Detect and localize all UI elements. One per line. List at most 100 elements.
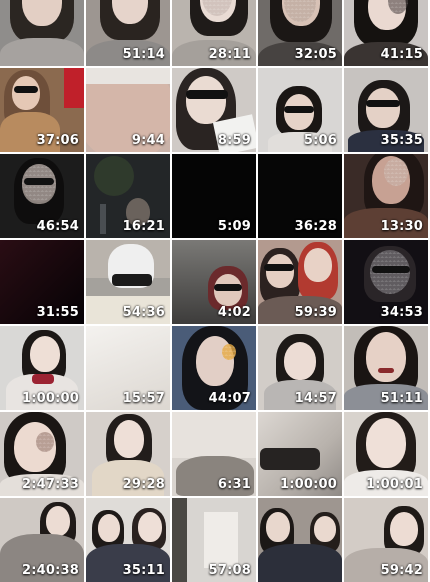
- face-blur-mosaic: [36, 432, 54, 452]
- video-duration: 4:02: [217, 305, 251, 320]
- video-thumbnail[interactable]: 29:28: [86, 412, 170, 496]
- video-thumbnail[interactable]: 2:47:33: [0, 412, 84, 496]
- video-thumbnail[interactable]: 15:57: [86, 326, 170, 410]
- video-duration: 57:08: [208, 563, 251, 578]
- thumbnail-subject: [260, 448, 320, 470]
- video-thumbnail[interactable]: 16:21: [86, 154, 170, 238]
- video-duration: 51:14: [122, 47, 165, 62]
- face-blur-mosaic: [222, 344, 236, 360]
- video-duration: 1:00:00: [21, 391, 79, 406]
- thumbnail-subject: [314, 516, 336, 542]
- video-thumbnail[interactable]: 28:11: [172, 0, 256, 66]
- thumbnail-subject: [204, 512, 238, 568]
- thumbnail-subject: [372, 266, 410, 273]
- thumbnail-subject: [64, 68, 84, 108]
- thumbnail-subject: [100, 204, 106, 234]
- thumbnail-subject: [138, 512, 162, 542]
- video-thumbnail[interactable]: 34:53: [344, 240, 428, 324]
- video-thumbnail[interactable]: 57:08: [172, 498, 256, 582]
- thumbnail-subject: [186, 76, 226, 124]
- face-blur-mosaic: [384, 158, 408, 186]
- video-duration: 2:47:33: [21, 477, 79, 492]
- video-duration: 54:36: [122, 305, 165, 320]
- video-duration: 37:06: [36, 133, 79, 148]
- thumbnail-subject: [186, 90, 228, 99]
- video-thumbnail[interactable]: [258, 498, 342, 582]
- video-thumbnail[interactable]: 41:15: [344, 0, 428, 66]
- thumbnail-subject: [378, 368, 394, 373]
- video-duration: 13:30: [380, 219, 423, 234]
- video-thumbnail[interactable]: 59:42: [344, 498, 428, 582]
- video-thumbnail[interactable]: 1:00:01: [344, 412, 428, 496]
- video-duration: 15:57: [122, 391, 165, 406]
- thumbnail-subject: [114, 420, 144, 458]
- thumbnail-subject: [284, 342, 316, 380]
- thumbnail-subject: [24, 178, 54, 185]
- video-thumbnail[interactable]: 13:30: [344, 154, 428, 238]
- video-thumbnail[interactable]: 14:57: [258, 326, 342, 410]
- video-duration: 8:59: [217, 133, 251, 148]
- video-duration: 29:28: [122, 477, 165, 492]
- video-thumbnail[interactable]: 37:06: [0, 68, 84, 152]
- video-duration: 2:40:38: [21, 563, 79, 578]
- thumbnail-subject: [12, 76, 40, 110]
- video-thumbnail[interactable]: 32:05: [258, 0, 342, 66]
- video-duration: 16:21: [122, 219, 165, 234]
- video-thumbnail[interactable]: 2:40:38: [0, 498, 84, 582]
- video-thumbnail[interactable]: 1:00:00: [0, 326, 84, 410]
- video-duration: 14:57: [294, 391, 337, 406]
- video-thumbnail[interactable]: 8:59: [172, 68, 256, 152]
- video-thumbnail[interactable]: 5:09: [172, 154, 256, 238]
- video-duration: 1:00:00: [279, 477, 337, 492]
- thumbnail-subject: [94, 156, 134, 196]
- thumbnail-subject: [390, 512, 418, 546]
- thumbnail-subject: [366, 418, 406, 468]
- thumbnail-subject: [366, 332, 406, 382]
- video-thumbnail[interactable]: 35:11: [86, 498, 170, 582]
- video-duration: 34:53: [380, 305, 423, 320]
- video-duration: 41:15: [380, 47, 423, 62]
- video-thumbnail[interactable]: [0, 0, 84, 66]
- thumbnail-subject: [266, 512, 290, 542]
- video-duration: 32:05: [294, 47, 337, 62]
- thumbnail-subject: [366, 88, 400, 128]
- thumbnail-subject: [284, 106, 314, 113]
- video-thumbnail[interactable]: 35:35: [344, 68, 428, 152]
- thumbnail-subject: [98, 514, 120, 542]
- video-thumbnail[interactable]: 51:11: [344, 326, 428, 410]
- video-duration: 35:35: [380, 133, 423, 148]
- thumbnail-subject: [14, 86, 38, 93]
- video-thumbnail[interactable]: 6:31: [172, 412, 256, 496]
- thumbnail-subject: [86, 68, 170, 84]
- thumbnail-subject: [32, 374, 54, 384]
- video-duration: 46:54: [36, 219, 79, 234]
- video-thumbnail[interactable]: 31:55: [0, 240, 84, 324]
- video-thumbnail[interactable]: 36:28: [258, 154, 342, 238]
- thumbnail-subject: [366, 100, 400, 107]
- video-thumbnail[interactable]: 44:07: [172, 326, 256, 410]
- video-duration: 59:42: [380, 563, 423, 578]
- thumbnail-subject: [112, 274, 152, 286]
- video-duration: 51:11: [380, 391, 423, 406]
- video-duration: 59:39: [294, 305, 337, 320]
- video-duration: 35:11: [122, 563, 165, 578]
- video-thumbnail[interactable]: 4:02: [172, 240, 256, 324]
- thumbnail-subject: [46, 506, 70, 536]
- video-thumbnail[interactable]: 5:06: [258, 68, 342, 152]
- video-thumbnail[interactable]: 54:36: [86, 240, 170, 324]
- video-thumbnail[interactable]: 59:39: [258, 240, 342, 324]
- video-duration: 36:28: [294, 219, 337, 234]
- thumbnail-subject: [30, 336, 60, 372]
- thumbnail-subject: [172, 412, 256, 458]
- video-duration: 5:09: [217, 219, 251, 234]
- video-thumbnail[interactable]: 1:00:00: [258, 412, 342, 496]
- video-duration: 28:11: [208, 47, 251, 62]
- video-thumbnail[interactable]: 9:44: [86, 68, 170, 152]
- video-thumbnail[interactable]: 51:14: [86, 0, 170, 66]
- thumbnail-subject: [304, 248, 332, 282]
- video-duration: 31:55: [36, 305, 79, 320]
- thumbnail-subject: [258, 544, 342, 582]
- video-thumbnail[interactable]: 46:54: [0, 154, 84, 238]
- thumbnail-subject: [266, 254, 294, 288]
- thumbnail-subject: [214, 284, 242, 291]
